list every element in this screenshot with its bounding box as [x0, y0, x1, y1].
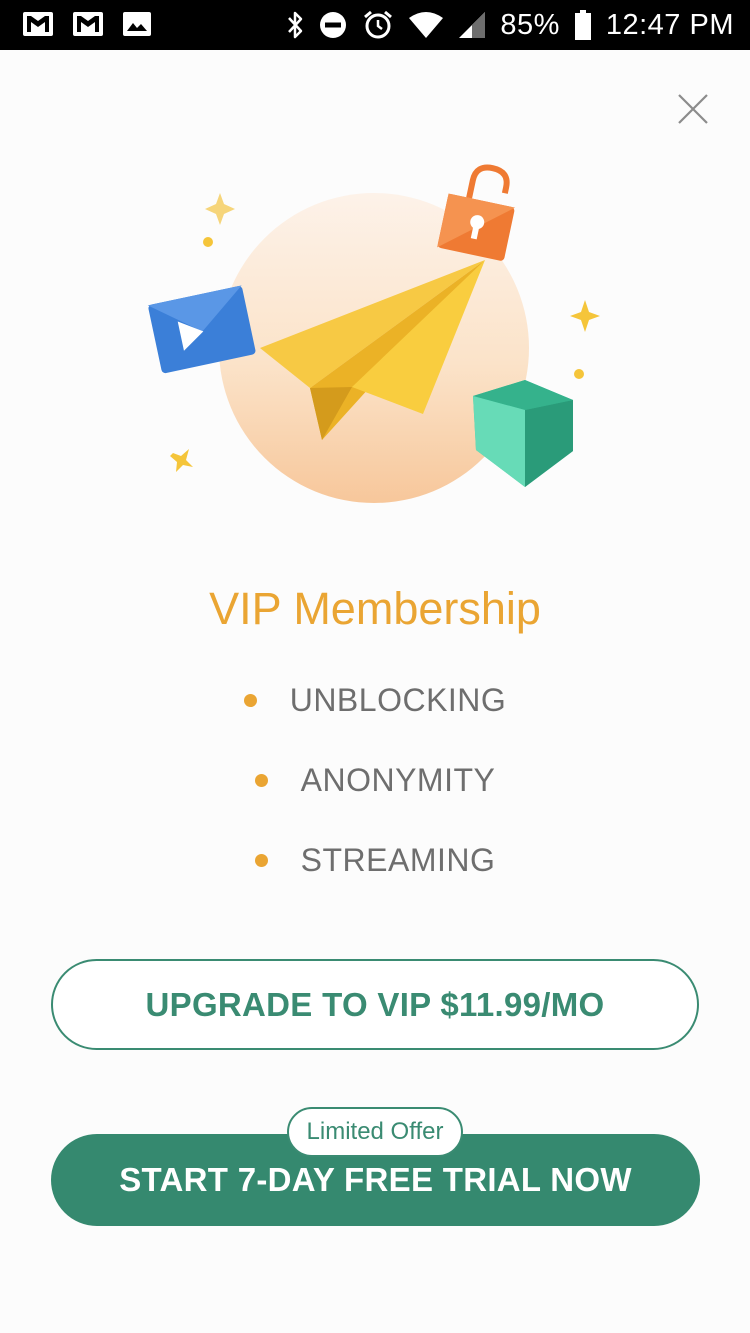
alarm-icon — [362, 9, 394, 41]
sparkle-icon — [570, 300, 600, 332]
feature-anonymity: ANONYMITY — [300, 761, 496, 798]
list-item: ANONYMITY — [0, 750, 750, 810]
trial-label: START 7-DAY FREE TRIAL NOW — [119, 1161, 632, 1198]
image-icon — [122, 10, 152, 38]
signal-icon — [458, 10, 486, 40]
offer-label: Limited Offer — [306, 1118, 444, 1145]
limited-offer-badge: Limited Offer — [287, 1107, 463, 1157]
close-icon[interactable] — [673, 89, 713, 129]
upgrade-button[interactable]: UPGRADE TO VIP $11.99/MO — [51, 959, 699, 1050]
paper-plane-illustration — [140, 160, 600, 510]
bullet-icon — [254, 853, 268, 867]
list-item: STREAMING — [0, 830, 750, 890]
status-time: 12:47 PM — [605, 8, 734, 41]
gmail-icon — [22, 10, 54, 38]
page-title: VIP Membership — [209, 583, 541, 634]
status-right: 85% 12:47 PM — [286, 0, 734, 50]
bluetooth-icon — [286, 10, 304, 40]
padlock-icon — [437, 164, 516, 261]
status-bar: 85% 12:47 PM — [0, 0, 750, 50]
status-left-icons — [22, 10, 152, 38]
sparkle-icon — [170, 449, 193, 472]
feature-streaming: STREAMING — [300, 841, 496, 878]
list-item: UNBLOCKING — [0, 670, 750, 730]
battery-icon — [574, 9, 592, 41]
sparkle-dot-icon — [203, 237, 213, 247]
cube-icon — [473, 380, 573, 487]
bullet-icon — [243, 693, 257, 707]
gmail-icon — [72, 10, 104, 38]
sparkle-dot-icon — [574, 369, 584, 379]
feature-unblocking: UNBLOCKING — [289, 681, 507, 718]
battery-percent: 85% — [500, 8, 560, 41]
bullet-icon — [254, 773, 268, 787]
upgrade-label: UPGRADE TO VIP $11.99/MO — [145, 985, 605, 1023]
do-not-disturb-icon — [318, 10, 348, 40]
wifi-icon — [408, 10, 444, 40]
sparkle-icon — [205, 193, 235, 225]
